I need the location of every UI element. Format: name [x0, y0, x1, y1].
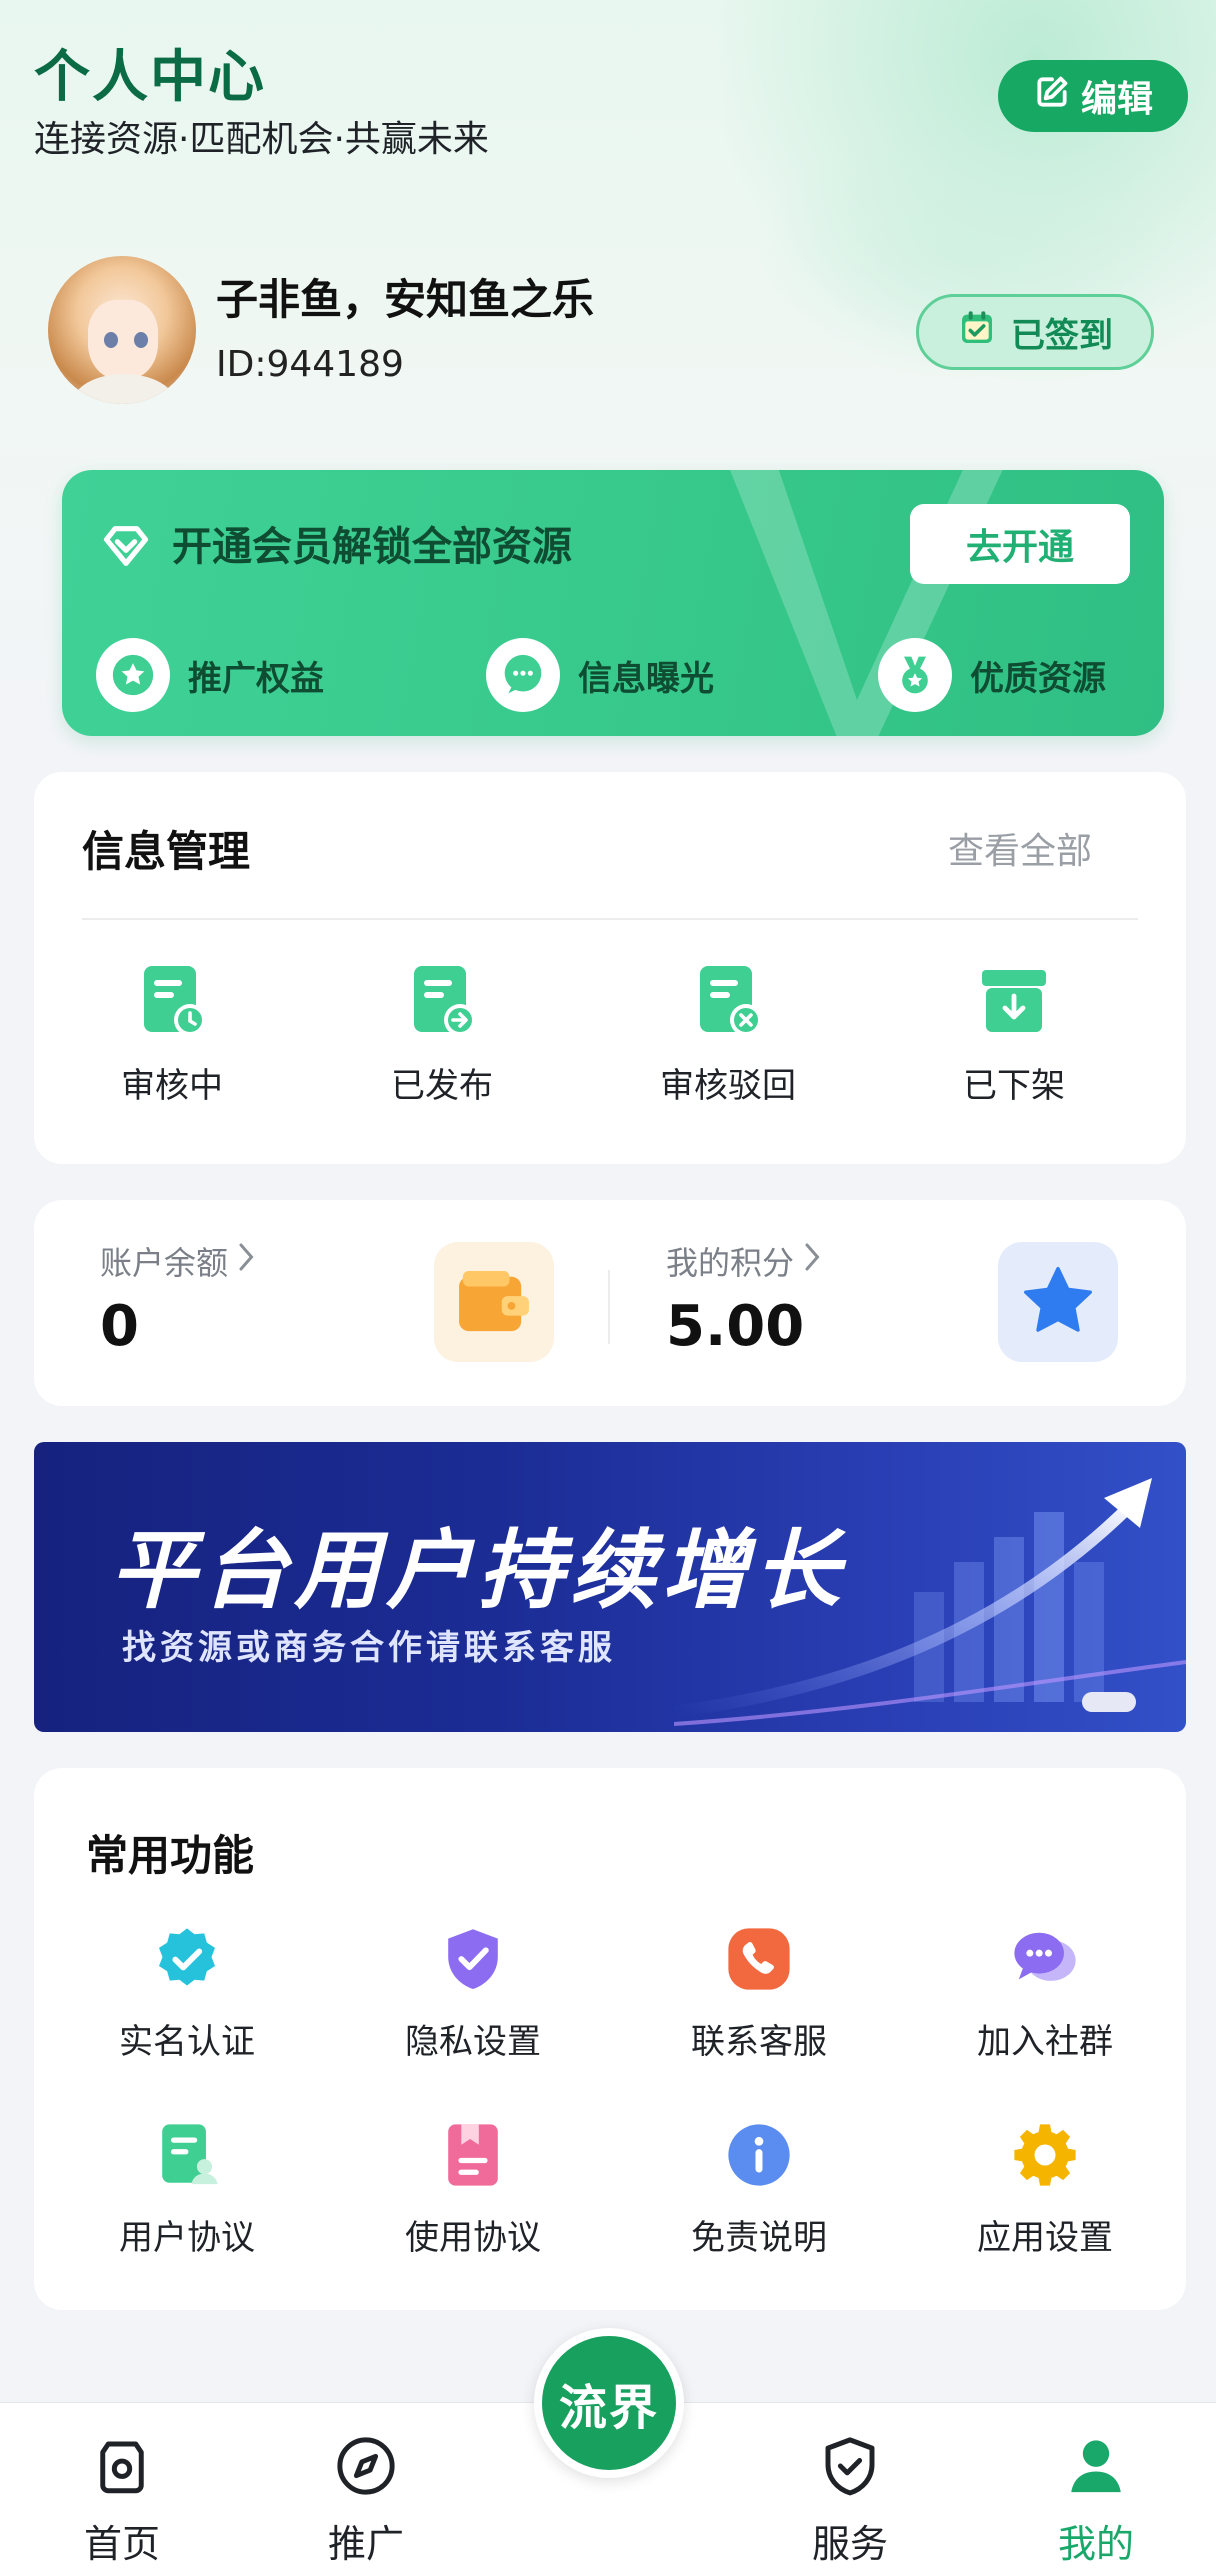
document-forward-icon: [402, 960, 482, 1044]
verified-badge-icon: [152, 1924, 222, 1998]
balance-block[interactable]: 账户余额 0: [100, 1238, 258, 1359]
perk-exposure[interactable]: 信息曝光: [486, 638, 714, 712]
edit-button[interactable]: 编辑: [998, 60, 1188, 132]
diamond-icon: [100, 520, 152, 576]
nav-promotion[interactable]: 推广: [286, 2433, 446, 2568]
status-rejected[interactable]: 审核驳回: [618, 960, 838, 1107]
star-icon: [96, 638, 170, 712]
banner-subtitle: 找资源或商务合作请联系客服: [122, 1628, 616, 1668]
compass-icon: [333, 2433, 399, 2503]
func-label: 用户协议: [119, 2218, 255, 2258]
star-icon: [998, 1242, 1118, 1362]
status-offline[interactable]: 已下架: [904, 960, 1124, 1107]
func-label: 免责说明: [691, 2218, 827, 2258]
promo-banner[interactable]: 平台用户持续增长 找资源或商务合作请联系客服: [34, 1442, 1186, 1732]
points-value: 5.00: [666, 1294, 805, 1359]
info-icon: [724, 2120, 794, 2194]
sign-in-button[interactable]: 已签到: [916, 294, 1154, 370]
open-vip-button[interactable]: 去开通: [910, 504, 1130, 584]
document-user-icon: [152, 2120, 222, 2194]
nav-services[interactable]: 服务: [770, 2433, 930, 2568]
sign-in-status: 已签到: [1011, 315, 1113, 356]
nav-label: 我的: [1057, 2522, 1134, 2566]
gear-icon: [1010, 2120, 1080, 2194]
section-title: 信息管理: [82, 827, 251, 876]
edit-label: 编辑: [1080, 79, 1153, 120]
points-block[interactable]: 我的积分 5.00: [666, 1238, 824, 1359]
balance-value: 0: [100, 1294, 139, 1359]
balance-label: 账户余额: [100, 1244, 229, 1282]
document-reject-icon: [688, 960, 768, 1044]
bookmark-document-icon: [438, 2120, 508, 2194]
home-icon: [89, 2433, 155, 2503]
perk-quality[interactable]: 优质资源: [878, 638, 1106, 712]
vip-card[interactable]: 开通会员解锁全部资源 去开通 推广权益 信息曝光 优质资源: [62, 470, 1164, 736]
perk-label: 信息曝光: [578, 658, 714, 699]
account-card: 账户余额 0 我的积分 5.00: [34, 1200, 1186, 1406]
user-icon: [1063, 2433, 1129, 2503]
func-label: 实名认证: [119, 2022, 255, 2062]
points-label: 我的积分: [666, 1244, 795, 1282]
page-title: 个人中心: [34, 45, 266, 110]
nav-mine[interactable]: 我的: [1016, 2433, 1176, 2568]
section-title: 常用功能: [86, 1831, 255, 1880]
status-label: 审核驳回: [660, 1066, 796, 1106]
divider: [82, 918, 1138, 920]
medal-icon: [878, 638, 952, 712]
archive-box-icon: [974, 960, 1054, 1044]
func-usage-agreement[interactable]: 使用协议: [358, 2120, 588, 2259]
nav-label: 服务: [811, 2522, 888, 2566]
carousel-indicator[interactable]: [1082, 1692, 1136, 1712]
phone-icon: [724, 1924, 794, 1998]
nav-label: 首页: [83, 2522, 160, 2566]
status-label: 已发布: [391, 1066, 493, 1106]
shield-check-icon: [817, 2433, 883, 2503]
nickname: 子非鱼，安知鱼之乐: [216, 275, 595, 324]
func-customer-service[interactable]: 联系客服: [644, 1924, 874, 2063]
nav-label: 推广: [327, 2522, 404, 2566]
nav-home[interactable]: 首页: [42, 2433, 202, 2568]
center-action-button[interactable]: 流界: [534, 2328, 684, 2478]
edit-icon: [1033, 73, 1071, 120]
page-subtitle: 连接资源·匹配机会·共赢未来: [34, 119, 489, 160]
func-label: 加入社群: [977, 2022, 1113, 2062]
func-real-name[interactable]: 实名认证: [72, 1924, 302, 2063]
func-privacy[interactable]: 隐私设置: [358, 1924, 588, 2063]
perk-label: 推广权益: [188, 658, 324, 699]
func-disclaimer[interactable]: 免责说明: [644, 2120, 874, 2259]
func-label: 应用设置: [977, 2218, 1113, 2258]
common-functions-card: 常用功能 实名认证 隐私设置 联系客服 加入社群 用户协议 使用协议 免责说明 …: [34, 1768, 1186, 2310]
user-id: ID:944189: [216, 344, 404, 385]
document-clock-icon: [132, 960, 212, 1044]
avatar[interactable]: [48, 256, 196, 404]
info-management-card: 信息管理 查看全部 审核中 已发布 审核驳回 已下架: [34, 772, 1186, 1164]
status-reviewing[interactable]: 审核中: [62, 960, 282, 1107]
chevron-right-icon: [802, 1242, 824, 1280]
perk-promotion[interactable]: 推广权益: [96, 638, 324, 712]
chat-group-icon: [1010, 1924, 1080, 1998]
func-user-agreement[interactable]: 用户协议: [72, 2120, 302, 2259]
chat-bubble-icon: [486, 638, 560, 712]
func-label: 使用协议: [405, 2218, 541, 2258]
status-label: 审核中: [121, 1066, 223, 1106]
banner-title: 平台用户持续增长: [110, 1521, 846, 1621]
chevron-right-icon: [236, 1242, 258, 1280]
func-app-settings[interactable]: 应用设置: [930, 2120, 1160, 2259]
wallet-icon: [434, 1242, 554, 1362]
func-label: 隐私设置: [405, 2022, 541, 2062]
view-all-link[interactable]: 查看全部: [948, 822, 1092, 874]
divider: [608, 1270, 610, 1344]
status-label: 已下架: [963, 1066, 1065, 1106]
vip-title: 开通会员解锁全部资源: [172, 524, 572, 570]
status-published[interactable]: 已发布: [332, 960, 552, 1107]
perk-label: 优质资源: [970, 658, 1106, 699]
func-label: 联系客服: [691, 2022, 827, 2062]
func-join-community[interactable]: 加入社群: [930, 1924, 1160, 2063]
calendar-check-icon: [957, 308, 997, 357]
shield-check-icon: [438, 1924, 508, 1998]
